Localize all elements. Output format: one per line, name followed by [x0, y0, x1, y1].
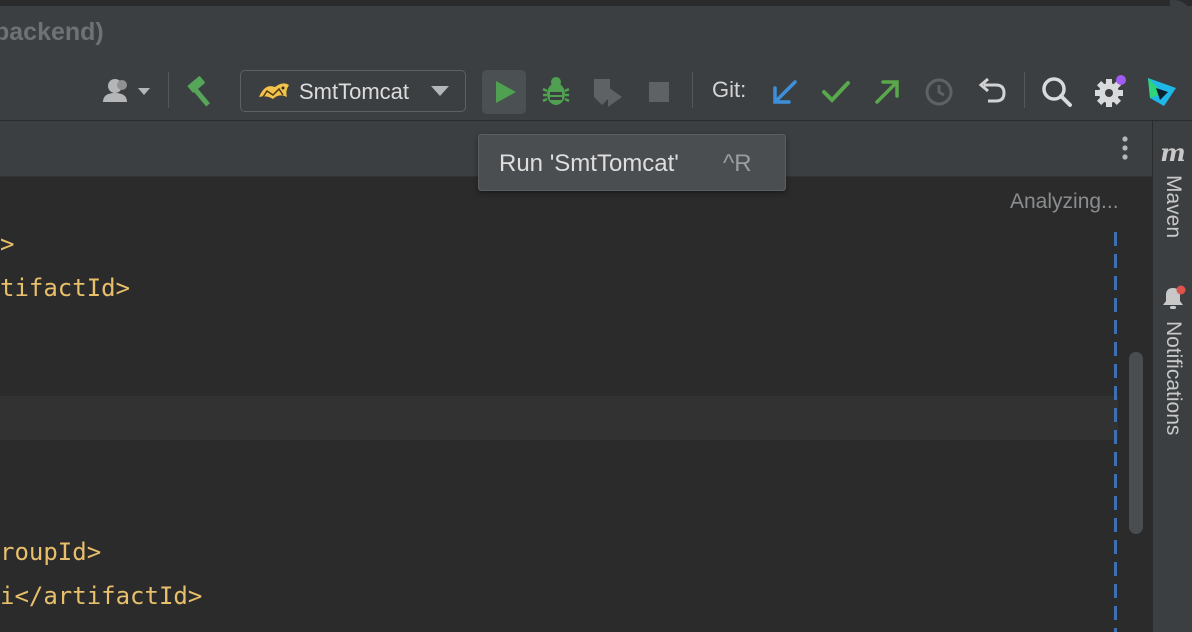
tooltip-text: Run 'SmtTomcat' [499, 150, 679, 177]
notifications-tool-label[interactable]: Notifications [1161, 321, 1185, 435]
tomcat-icon [257, 77, 291, 105]
vertical-scrollbar[interactable] [1129, 352, 1143, 534]
toolbar-separator [168, 72, 169, 108]
main-toolbar: SmtTomcat Git: [0, 62, 1192, 121]
title-bar: backend) [0, 0, 1192, 62]
toolbox-logo-icon[interactable] [1144, 74, 1180, 110]
arrow-up-right-icon[interactable] [872, 77, 902, 107]
toolbar-separator [692, 72, 693, 108]
right-tool-window-bar: m Maven Notifications [1152, 121, 1192, 632]
clock-icon[interactable] [924, 77, 954, 107]
bell-icon[interactable] [1157, 283, 1189, 313]
top-edge [0, 0, 1192, 6]
maven-icon[interactable]: m [1157, 139, 1189, 167]
analysis-status: Analyzing... [1010, 190, 1119, 213]
stop-icon[interactable] [648, 81, 670, 103]
search-icon[interactable] [1040, 76, 1074, 108]
svg-text:m: m [1160, 139, 1185, 167]
play-icon [492, 79, 518, 105]
toolbar-separator [1024, 72, 1025, 108]
window-title: backend) [0, 18, 104, 46]
run-configuration-selector[interactable]: SmtTomcat [240, 70, 466, 112]
gear-icon[interactable] [1092, 74, 1128, 110]
change-marker-stripe [1114, 232, 1117, 632]
run-configuration-label: SmtTomcat [299, 79, 410, 104]
run-button[interactable] [482, 70, 526, 114]
more-options-icon[interactable] [1116, 135, 1134, 163]
user-dropdown-icon[interactable] [100, 76, 154, 106]
bug-icon[interactable] [540, 75, 572, 107]
code-line[interactable]: tifactId> [0, 274, 130, 302]
undo-icon[interactable] [976, 77, 1008, 107]
chevron-down-icon [429, 83, 451, 99]
hammer-icon[interactable] [184, 74, 218, 108]
current-line-highlight [0, 396, 1118, 440]
checkmark-icon[interactable] [820, 77, 852, 107]
run-with-coverage-icon[interactable] [590, 75, 626, 109]
code-line[interactable]: i</artifactId> [0, 582, 202, 610]
arrow-down-left-icon[interactable] [770, 77, 800, 107]
maven-tool-label[interactable]: Maven [1161, 175, 1185, 238]
tooltip-shortcut: ^R [723, 150, 752, 177]
code-line[interactable]: roupId> [0, 538, 101, 566]
git-label: Git: [712, 77, 747, 102]
run-tooltip: Run 'SmtTomcat' ^R [478, 134, 786, 191]
code-line[interactable]: > [0, 230, 14, 258]
